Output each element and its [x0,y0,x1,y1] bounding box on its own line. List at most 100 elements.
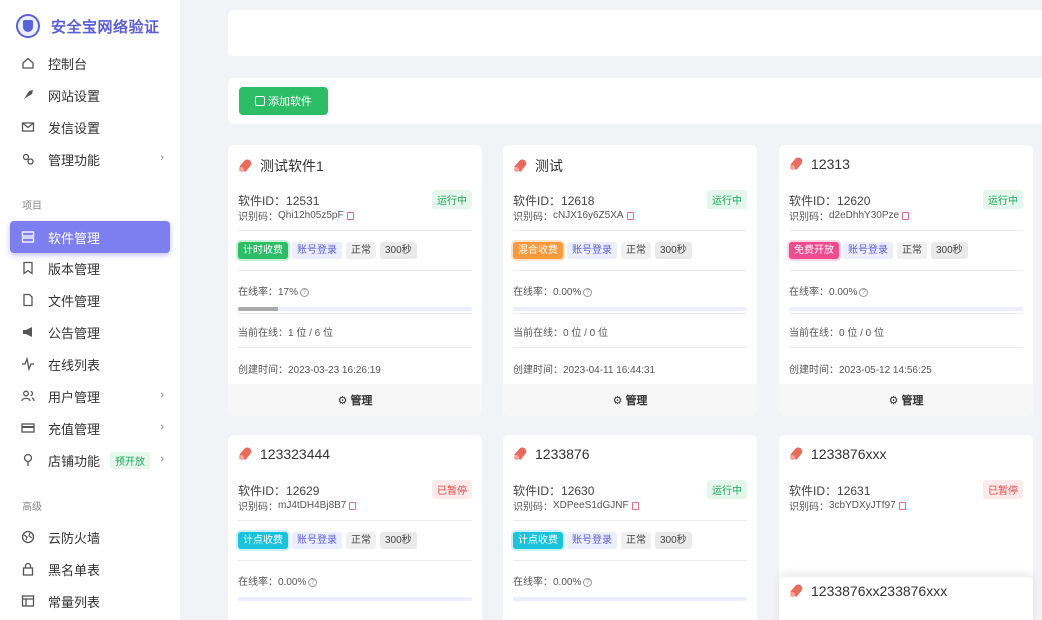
sidebar-item-mail-settings[interactable]: 发信设置 [10,111,170,143]
created-time: 创建时间：2023-04-11 16:44:31 [513,361,655,376]
state-tag: 正常 [346,532,376,549]
card-title: 123323444 [238,446,330,462]
online-rate-value: 17% [278,287,299,298]
header-bar [228,10,1042,56]
copy-icon[interactable] [898,501,906,510]
sidebar-item-cloud-firewall[interactable]: 云防火墙 [10,521,170,553]
divider [513,313,747,314]
sidebar-item-label: 用户管理 [48,389,101,405]
status-badge: 已暂停 [432,480,472,499]
rocket-icon [238,158,254,174]
online-rate-value: 0.00% [829,287,858,298]
sidebar-item-constants[interactable]: 常量列表 [10,585,170,617]
sidebar-item-announcements[interactable]: 公告管理 [10,316,170,348]
sidebar-item-software[interactable]: 软件管理 [10,221,170,253]
billing-tag: 计点收费 [238,532,288,549]
login-type-tag: 账号登录 [567,242,617,259]
software-id-value: 12531 [286,194,320,208]
manage-label: 管理 [625,395,648,407]
help-icon[interactable]: ? [859,287,869,297]
software-name: 测试软件1 [260,158,324,174]
help-icon[interactable]: ? [300,287,310,297]
shield-logo-icon [16,14,40,38]
billing-tag: 混合收费 [513,242,563,259]
rocket-icon [513,158,529,174]
divider [789,270,1023,271]
state-tag: 正常 [621,242,651,259]
add-software-button[interactable]: 添加软件 [239,87,328,115]
interval-tag: 300秒 [380,532,417,549]
sidebar-item-online-list[interactable]: 在线列表 [10,348,170,380]
billing-tag: 计点收费 [513,532,563,549]
divider [789,347,1023,348]
software-code-label: 识别码： [789,212,829,223]
copy-icon[interactable] [626,211,634,220]
software-id-value: 12618 [561,194,595,208]
billing-tag: 免费开放 [789,242,839,259]
software-name: 测试 [535,158,563,174]
card-icon [20,420,36,436]
software-id-label: 软件ID： [789,194,838,208]
online-rate-bar [513,307,747,311]
software-id-value: 12629 [286,484,320,498]
manage-button[interactable]: ⚙ 管理 [503,384,757,416]
login-type-tag: 账号登录 [567,532,617,549]
brand[interactable]: 安全宝网络验证 [0,0,180,52]
sidebar-item-site-settings[interactable]: 网站设置 [10,79,170,111]
manage-button[interactable]: ⚙ 管理 [228,384,482,416]
copy-icon[interactable] [631,501,639,510]
card-title: 测试 [513,156,563,176]
status-badge: 运行中 [707,190,747,209]
current-online: 当前在线：1 位 / 6 位 [238,324,333,339]
manage-label: 管理 [350,395,373,407]
copy-icon[interactable] [349,501,357,510]
help-icon[interactable]: ? [583,287,593,297]
online-rate: 在线率：0.00%? [789,283,869,298]
card-title: 12313 [789,156,850,172]
server-icon [20,229,36,245]
copy-add-icon [255,96,265,106]
login-type-tag: 账号登录 [292,532,342,549]
software-name: 12313 [811,156,850,172]
sidebar-item-label: 发信设置 [48,120,101,136]
sidebar-item-label: 控制台 [48,56,88,72]
card-title: 测试软件1 [238,156,324,176]
sidebar-item-files[interactable]: 文件管理 [10,284,170,316]
sidebar-item-label: 公告管理 [48,325,101,341]
software-code-label: 识别码： [513,502,553,513]
sidebar-item-recharge[interactable]: 充值管理 › [10,412,170,444]
sidebar-item-admin-functions[interactable]: 管理功能 › [10,143,170,175]
divider [238,270,472,271]
manage-button[interactable]: ⚙ 管理 [779,384,1033,416]
copy-icon[interactable] [346,211,354,220]
interval-tag: 300秒 [655,242,692,259]
action-bar: 添加软件 [228,78,1042,124]
software-code-label: 识别码： [238,502,278,513]
divider [789,313,1023,314]
software-code-label: 识别码： [513,212,553,223]
online-rate-bar [238,597,472,601]
shop-icon [20,452,36,468]
online-rate-label: 在线率： [513,577,553,588]
add-software-label: 添加软件 [268,96,312,108]
sidebar-item-users[interactable]: 用户管理 › [10,380,170,412]
gear-icon: ⚙ [337,394,348,407]
sidebar-item-blacklist[interactable]: 黑名单表 [10,553,170,585]
software-id-label: 软件ID： [238,484,287,498]
gear-icon: ⚙ [888,394,899,407]
copy-icon[interactable] [902,211,910,220]
help-icon[interactable]: ? [583,577,593,587]
divider [238,313,472,314]
state-tag: 正常 [897,242,927,259]
software-id-label: 软件ID： [513,194,562,208]
sidebar-item-dashboard[interactable]: 控制台 [10,47,170,79]
software-name: 1233876 [535,446,590,462]
sidebar-item-versions[interactable]: 版本管理 [10,252,170,284]
mail-icon [20,119,36,135]
software-code: 识别码： d2eDhhY30Pze [789,208,910,223]
software-code: 识别码： mJ4tDH4Bj8B7 [238,498,357,513]
sidebar-item-shop[interactable]: 店铺功能 预开放 › [10,444,170,476]
sidebar-item-label: 软件管理 [48,230,101,246]
help-icon[interactable]: ? [308,577,318,587]
created-time: 创建时间：2023-05-12 14:56:25 [789,361,932,376]
